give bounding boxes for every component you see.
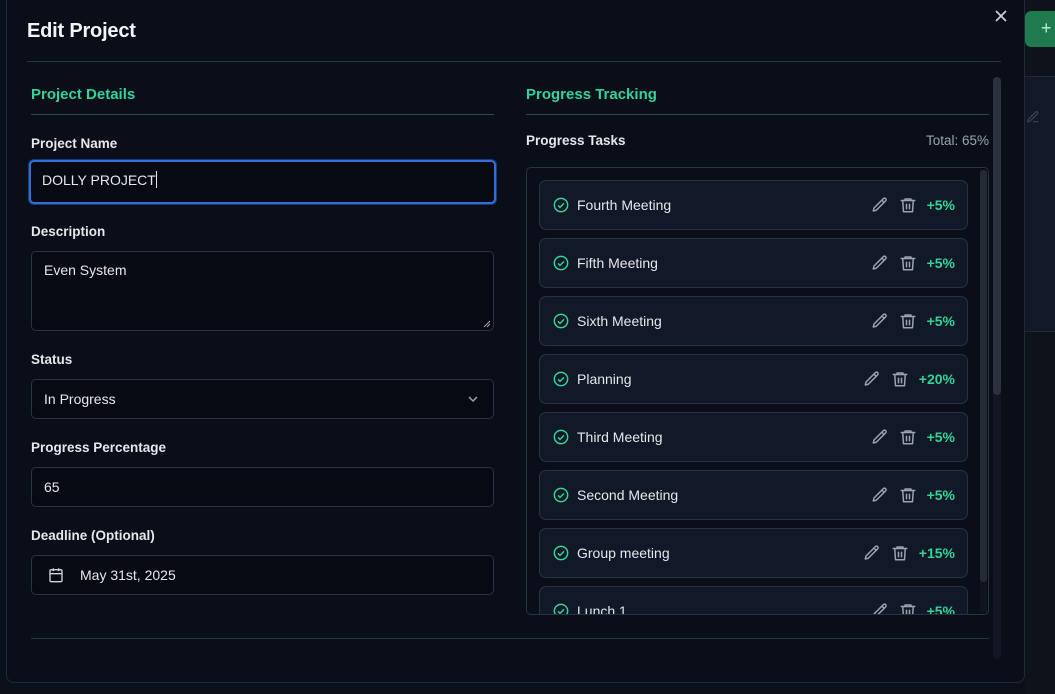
check-circle-icon [553, 197, 569, 213]
chevron-down-icon [468, 396, 478, 403]
trash-icon[interactable] [899, 312, 917, 330]
task-item[interactable]: Fourth Meeting +5% [539, 180, 968, 230]
check-circle-icon [553, 429, 569, 445]
edit-icon[interactable] [871, 196, 889, 214]
task-percentage: +15% [918, 545, 955, 561]
trash-icon[interactable] [891, 544, 909, 562]
progress-percentage-value: 65 [44, 479, 60, 495]
task-name: Planning [577, 371, 632, 387]
task-item[interactable]: Second Meeting +5% [539, 470, 968, 520]
task-item[interactable]: Fifth Meeting +5% [539, 238, 968, 288]
task-name: Third Meeting [577, 429, 663, 445]
task-item[interactable]: Group meeting +15% [539, 528, 968, 578]
task-percentage: +5% [926, 255, 955, 271]
edit-icon[interactable] [871, 602, 889, 615]
task-name: Second Meeting [577, 487, 679, 503]
task-percentage: +5% [926, 197, 955, 213]
task-name: Fourth Meeting [577, 197, 672, 213]
dialog-title: Edit Project [27, 20, 136, 42]
task-item[interactable]: Third Meeting +5% [539, 412, 968, 462]
progress-tracking-divider [526, 114, 989, 115]
status-value: In Progress [44, 391, 116, 407]
progress-task-list[interactable]: Fourth Meeting +5% Fifth Meeting +5% Sixth M… [526, 167, 989, 615]
progress-percentage-input[interactable]: 65 [31, 467, 494, 507]
edit-icon[interactable] [871, 428, 889, 446]
task-name: Fifth Meeting [577, 255, 658, 271]
status-select[interactable]: In Progress [31, 379, 494, 419]
task-list-scrollbar-thumb[interactable] [980, 170, 987, 582]
edit-icon[interactable] [863, 544, 881, 562]
deadline-value: May 31st, 2025 [80, 567, 176, 583]
progress-tracking-heading: Progress Tracking [526, 86, 657, 103]
task-percentage: +5% [926, 603, 955, 615]
title-divider [27, 61, 1001, 62]
trash-icon[interactable] [899, 602, 917, 615]
check-circle-icon [553, 603, 569, 614]
background-add-button: + [1025, 11, 1055, 47]
task-item[interactable]: Lunch 1 +5% [539, 586, 968, 615]
task-percentage: +20% [918, 371, 955, 387]
check-circle-icon [553, 545, 569, 561]
task-name: Sixth Meeting [577, 313, 662, 329]
task-percentage: +5% [926, 487, 955, 503]
trash-icon[interactable] [899, 254, 917, 272]
footer-divider [31, 638, 989, 639]
description-value: Even System [44, 262, 127, 278]
dialog-scrollbar-thumb[interactable] [993, 77, 1001, 395]
project-name-value: DOLLY PROJECT [42, 172, 156, 188]
deadline-date-picker[interactable]: May 31st, 2025 [31, 555, 494, 595]
task-percentage: +5% [926, 313, 955, 329]
edit-icon[interactable] [863, 370, 881, 388]
task-name: Lunch 1 [577, 603, 627, 615]
trash-icon[interactable] [899, 428, 917, 446]
trash-icon[interactable] [899, 486, 917, 504]
resize-grip-icon[interactable] [483, 320, 491, 328]
project-name-label: Project Name [31, 136, 118, 151]
task-percentage: +5% [926, 429, 955, 445]
progress-tasks-label: Progress Tasks [526, 133, 626, 148]
task-item[interactable]: Sixth Meeting +5% [539, 296, 968, 346]
background-edit-icon [1026, 110, 1040, 127]
edit-icon[interactable] [871, 486, 889, 504]
project-details-divider [31, 114, 494, 115]
progress-total: Total: 65% [926, 133, 990, 148]
check-circle-icon [553, 313, 569, 329]
check-circle-icon [553, 371, 569, 387]
text-caret [155, 171, 157, 188]
check-circle-icon [553, 255, 569, 271]
check-circle-icon [553, 487, 569, 503]
close-icon[interactable] [993, 6, 1009, 26]
plus-icon: + [1041, 18, 1052, 38]
project-name-input[interactable]: DOLLY PROJECT [29, 160, 496, 204]
trash-icon[interactable] [891, 370, 909, 388]
progress-percentage-label: Progress Percentage [31, 440, 167, 455]
deadline-label: Deadline (Optional) [31, 528, 155, 543]
edit-project-dialog: Edit Project Project Details Project Nam… [6, 0, 1025, 683]
edit-icon[interactable] [871, 312, 889, 330]
edit-icon[interactable] [871, 254, 889, 272]
task-name: Group meeting [577, 545, 670, 561]
task-item[interactable]: Planning +20% [539, 354, 968, 404]
description-textarea[interactable]: Even System [31, 251, 494, 331]
status-label: Status [31, 352, 73, 367]
description-label: Description [31, 224, 106, 239]
trash-icon[interactable] [899, 196, 917, 214]
project-details-heading: Project Details [31, 86, 136, 103]
calendar-icon [49, 568, 63, 583]
